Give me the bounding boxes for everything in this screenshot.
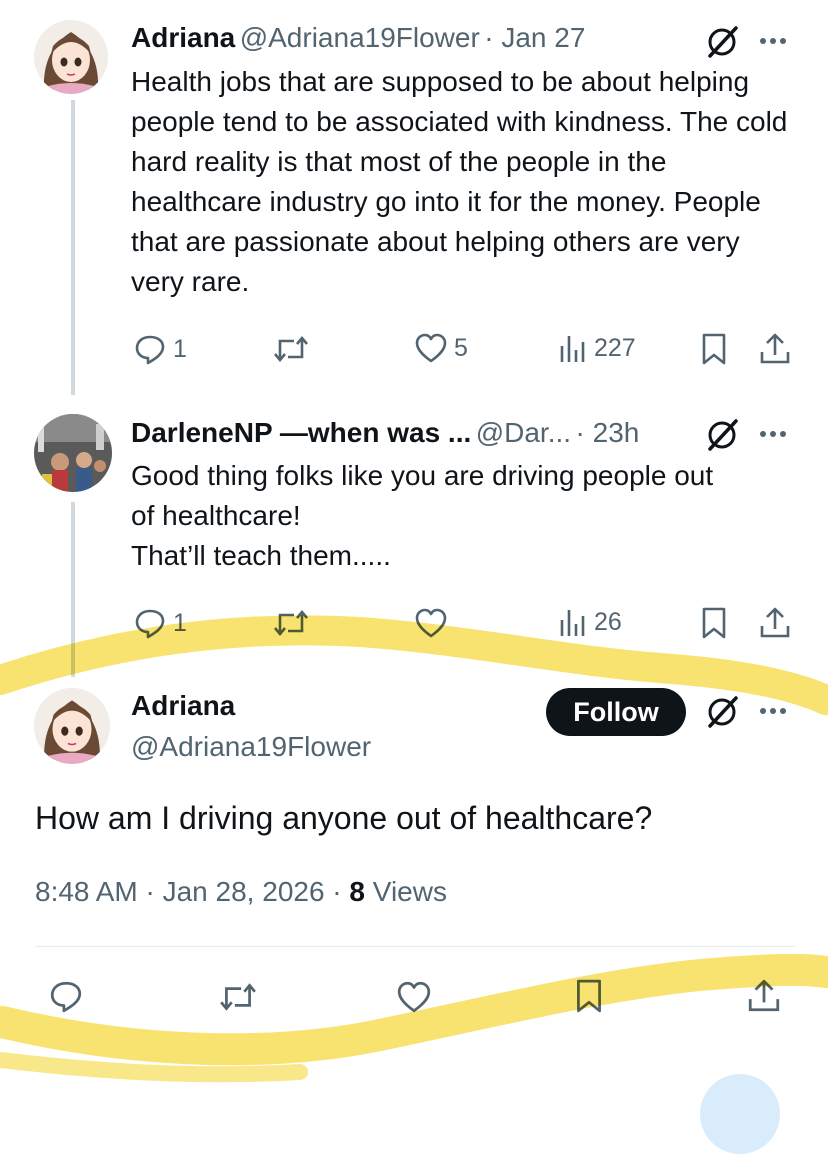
share-icon[interactable] <box>758 332 792 366</box>
more-icon[interactable] <box>758 36 788 46</box>
author-name[interactable]: Adriana <box>131 22 235 53</box>
compose-button[interactable] <box>700 1074 780 1154</box>
views-label: Views <box>365 876 447 907</box>
like-icon <box>414 332 448 364</box>
reply-count: 1 <box>173 334 187 363</box>
tweet-text: Good thing folks like you are driving pe… <box>131 456 799 576</box>
divider <box>35 946 795 947</box>
tweet-text-line: Good thing folks like you are driving pe… <box>131 460 714 491</box>
reply-icon[interactable] <box>48 978 84 1014</box>
views-icon <box>558 332 588 364</box>
reply-button[interactable]: 1 <box>133 606 187 640</box>
author-name[interactable]: DarleneNP —when was ... <box>131 417 471 448</box>
reply-icon <box>133 606 167 640</box>
more-icon[interactable] <box>758 706 788 716</box>
grok-icon[interactable] <box>704 417 740 453</box>
tweet-time[interactable]: · Jan 27 <box>484 22 585 53</box>
tweet-text: Health jobs that are supposed to be abou… <box>131 66 788 297</box>
like-icon[interactable] <box>396 980 432 1014</box>
reply-icon <box>133 332 167 366</box>
main-tweet-text: How am I driving anyone out of healthcar… <box>35 800 653 836</box>
reply-button[interactable]: 1 <box>133 332 187 366</box>
views-count: 8 <box>349 876 365 907</box>
bookmark-icon[interactable] <box>574 978 604 1014</box>
views-count: 227 <box>594 333 636 362</box>
tweet-time[interactable]: · 23h <box>576 417 640 448</box>
retweet-icon[interactable] <box>218 980 258 1014</box>
share-icon[interactable] <box>746 978 782 1014</box>
avatar-darlene[interactable] <box>34 414 112 492</box>
more-icon[interactable] <box>758 429 788 439</box>
tweet-header: DarleneNP —when was ... @Dar... · 23h <box>131 417 639 449</box>
views-count: 26 <box>594 607 622 636</box>
tweet-text-line: That’ll teach them..... <box>131 540 391 571</box>
grok-icon[interactable] <box>704 24 740 60</box>
views-icon <box>558 606 588 638</box>
like-button[interactable]: 5 <box>414 332 468 364</box>
share-icon[interactable] <box>758 606 792 640</box>
author-handle[interactable]: @Dar... <box>476 417 571 448</box>
like-icon[interactable] <box>414 607 448 639</box>
main-author-name[interactable]: Adriana <box>131 690 235 722</box>
main-author-handle[interactable]: @Adriana19Flower <box>131 731 371 763</box>
tweet-text-line: of healthcare! <box>131 500 301 531</box>
thread-line <box>71 502 75 677</box>
bookmark-icon[interactable] <box>700 332 728 366</box>
timestamp-text: 8:48 AM · Jan 28, 2026 · <box>35 876 350 907</box>
follow-button[interactable]: Follow <box>546 688 686 736</box>
retweet-icon[interactable] <box>272 607 310 639</box>
author-handle[interactable]: @Adriana19Flower <box>240 22 480 53</box>
avatar-adriana[interactable] <box>34 20 108 94</box>
bookmark-icon[interactable] <box>700 606 728 640</box>
tweet-header: Adriana @Adriana19Flower · Jan 27 <box>131 22 585 54</box>
avatar-adriana[interactable] <box>34 688 110 764</box>
reply-count: 1 <box>173 608 187 637</box>
grok-icon[interactable] <box>704 694 740 730</box>
like-count: 5 <box>454 333 468 362</box>
views-button[interactable]: 26 <box>558 606 622 638</box>
tweet-timestamp[interactable]: 8:48 AM · Jan 28, 2026 · 8 Views <box>35 876 447 908</box>
views-button[interactable]: 227 <box>558 332 636 364</box>
retweet-icon[interactable] <box>272 333 310 365</box>
thread-line <box>71 100 75 395</box>
